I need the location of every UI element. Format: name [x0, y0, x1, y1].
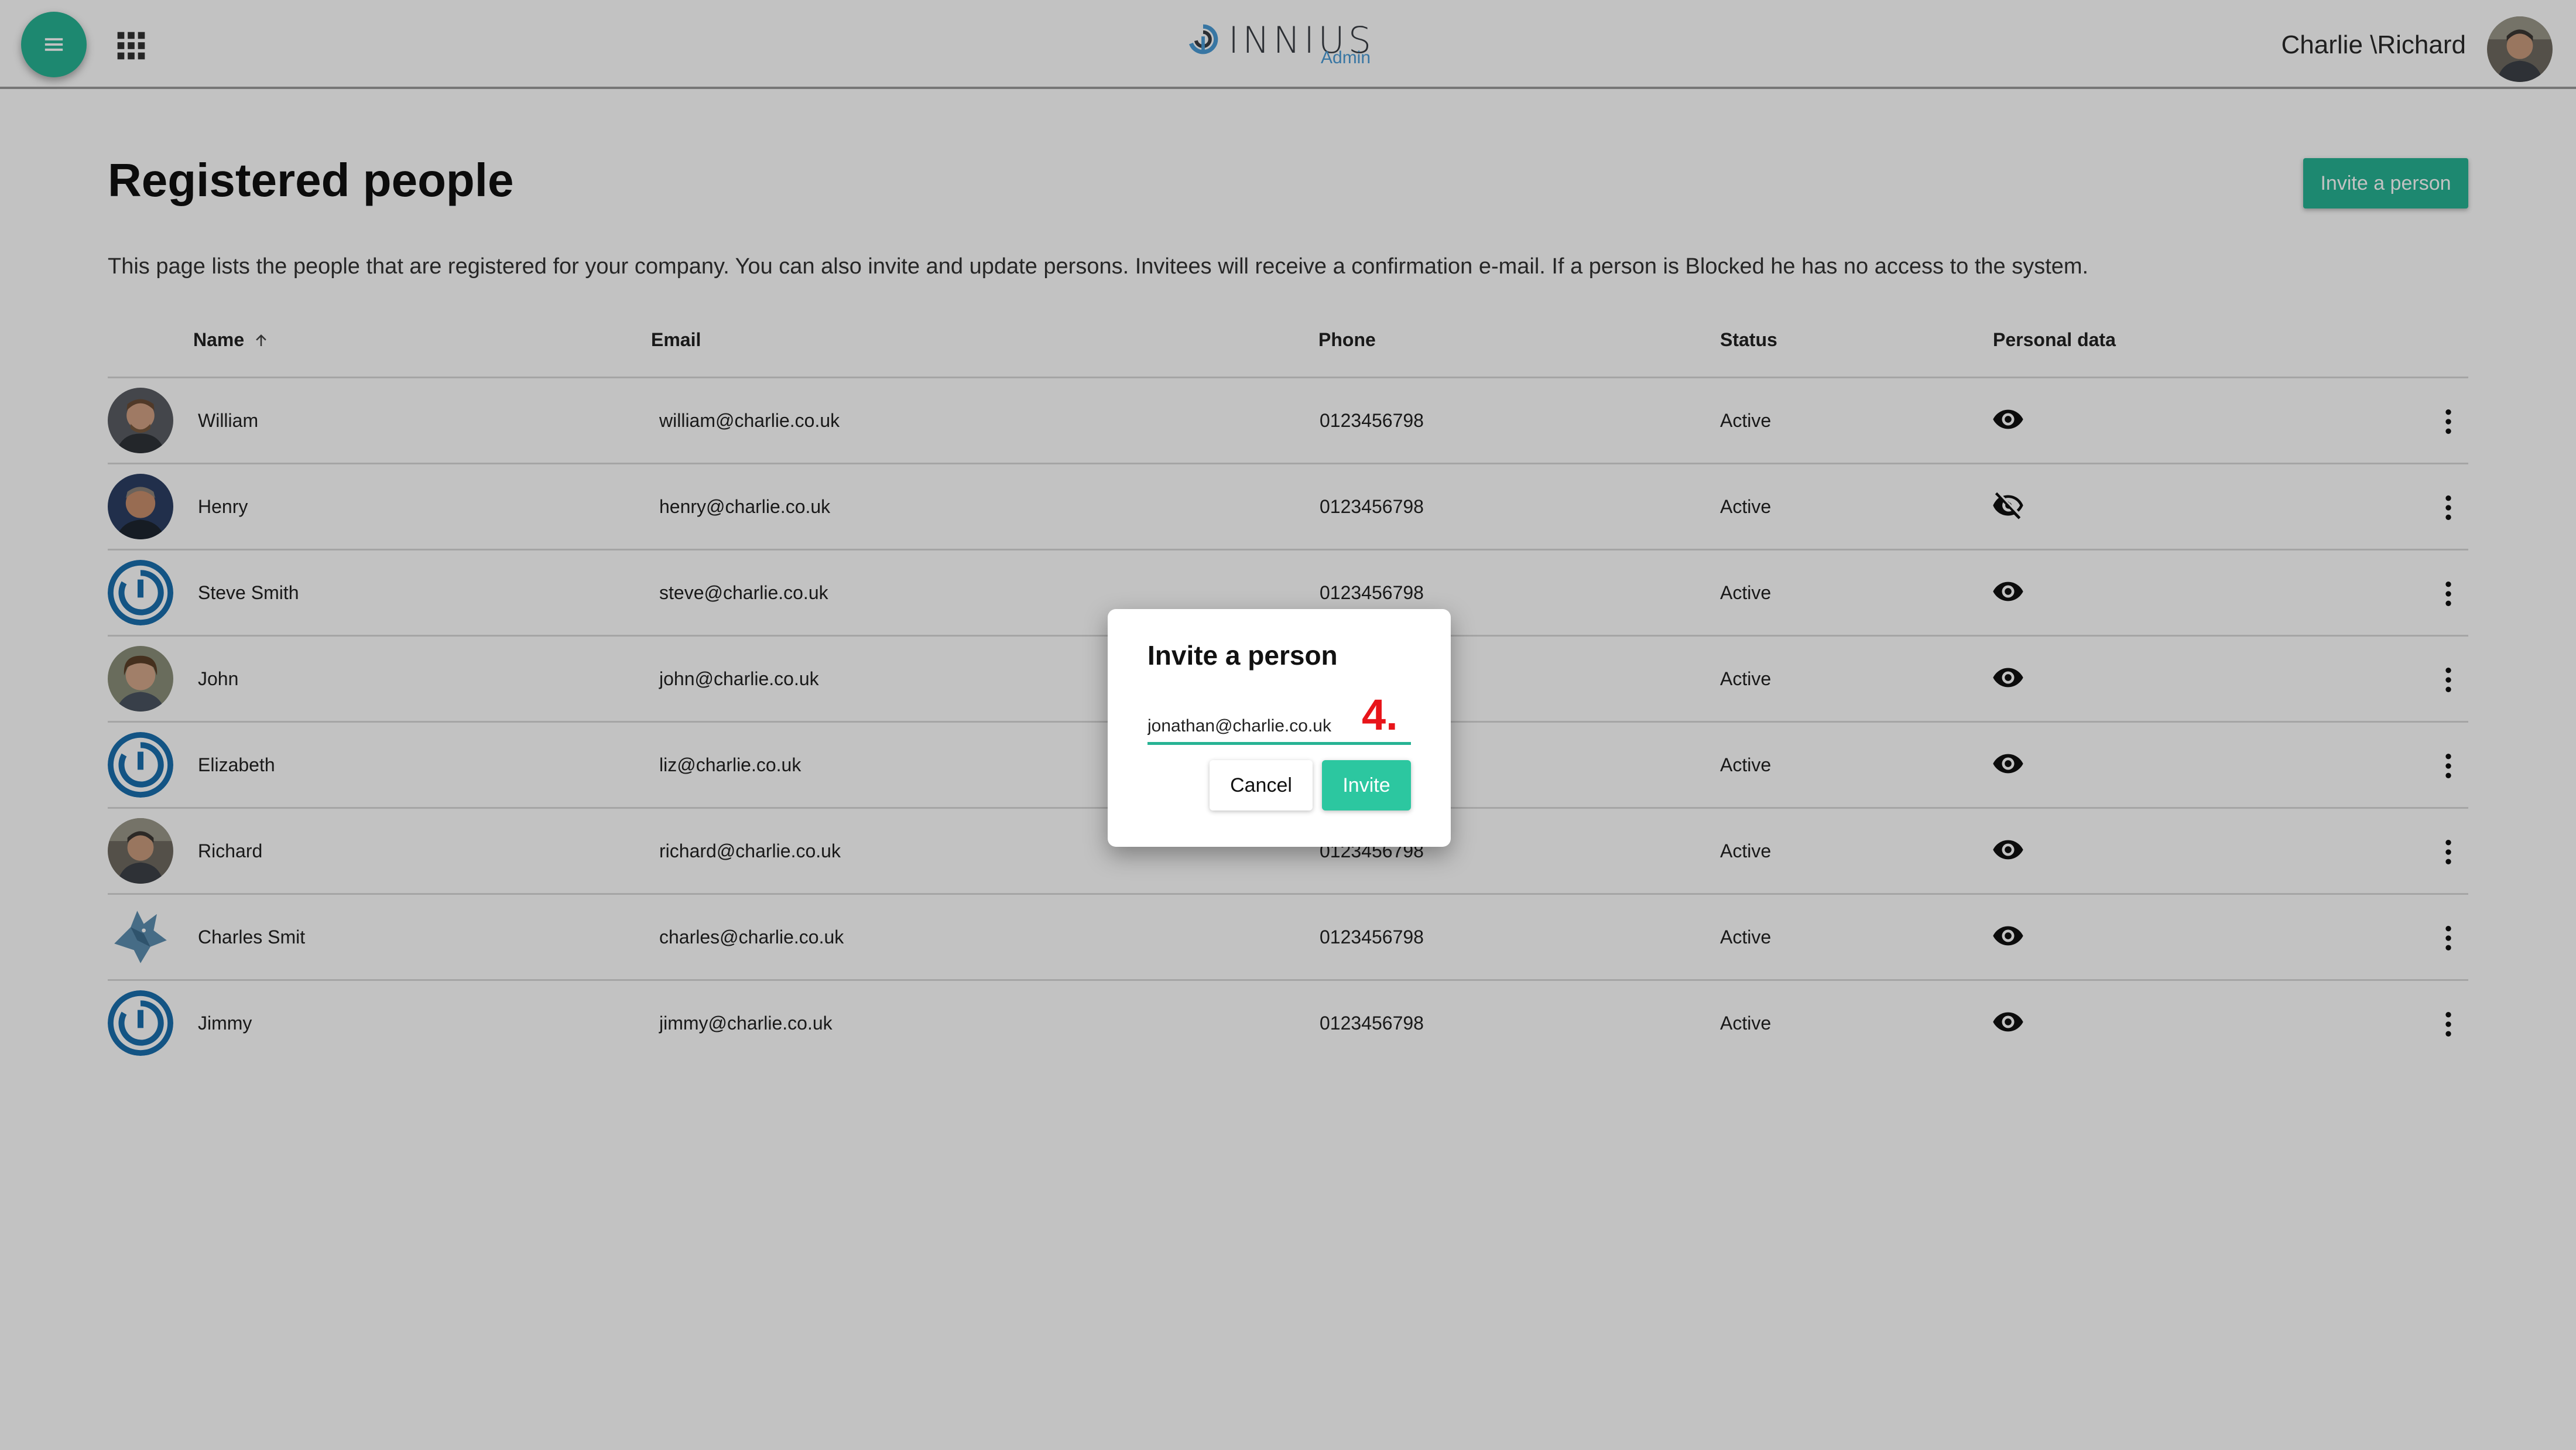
invite-dialog: Invite a person 4. Cancel Invite: [1108, 609, 1451, 847]
invite-button[interactable]: Invite: [1322, 760, 1411, 811]
app-root: INNIUS Admin Charlie \Richard Registered…: [0, 0, 2576, 1450]
step-marker-annotation: 4.: [1362, 690, 1398, 739]
cancel-button[interactable]: Cancel: [1210, 760, 1313, 811]
dialog-title: Invite a person: [1147, 640, 1338, 671]
